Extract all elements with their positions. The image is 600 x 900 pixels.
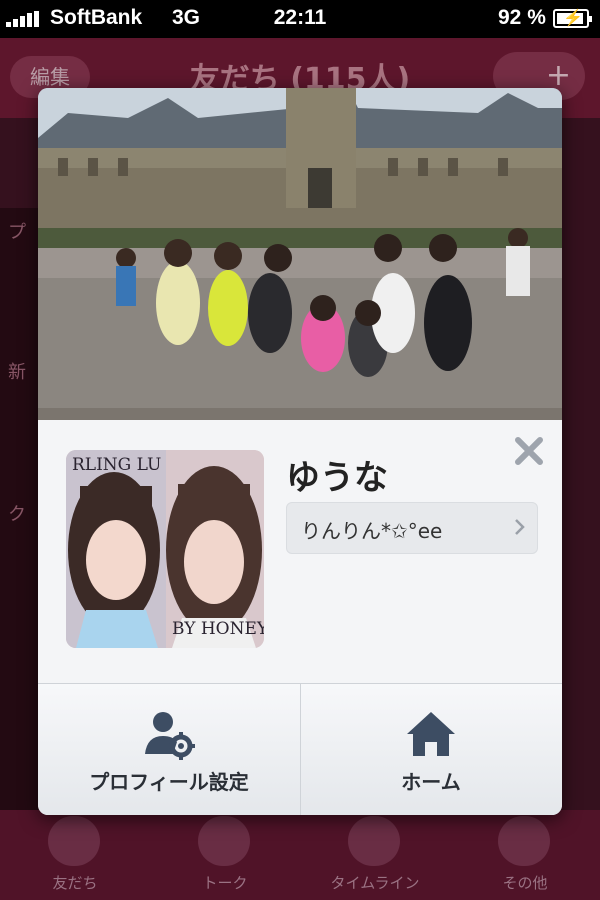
- home-icon: [407, 712, 455, 756]
- avatar-text-top: RLING LU: [72, 455, 161, 475]
- avatar-text-bottom: BY HONEY: [172, 619, 264, 639]
- status-bar: SoftBank 3G 22:11 92 % ⚡: [0, 0, 600, 38]
- profile-actions: プロフィール設定 ホーム: [38, 683, 562, 815]
- profile-settings-label: プロフィール設定: [89, 770, 249, 794]
- profile-settings-button[interactable]: プロフィール設定: [38, 684, 301, 815]
- close-icon[interactable]: [512, 434, 546, 468]
- battery-percent: 92 %: [498, 6, 546, 29]
- avatar[interactable]: RLING LU BY HONEY: [66, 450, 264, 648]
- home-button[interactable]: ホーム: [300, 684, 562, 815]
- home-label: ホーム: [401, 770, 461, 794]
- status-message: りんりん*✩°ee: [301, 519, 443, 543]
- profile-name: ゆうな: [286, 458, 388, 498]
- profile-settings-icon: [145, 712, 195, 760]
- profile-card: RLING LU BY HONEY ゆうな りんりん*✩°ee プロフィール設定…: [38, 88, 562, 815]
- status-message-box[interactable]: りんりん*✩°ee: [286, 502, 538, 554]
- chevron-right-icon: [515, 519, 525, 535]
- battery-icon: ⚡: [553, 9, 592, 28]
- cover-photo: [38, 88, 562, 420]
- profile-info: RLING LU BY HONEY ゆうな りんりん*✩°ee: [38, 420, 562, 683]
